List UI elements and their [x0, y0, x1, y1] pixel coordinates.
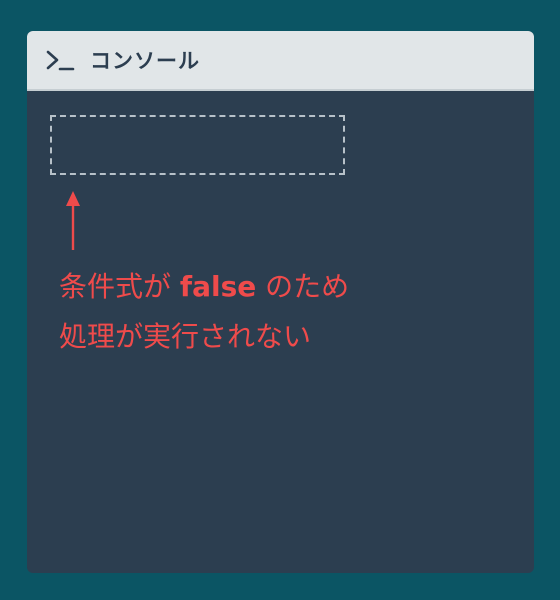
console-output-area [50, 115, 345, 175]
arrow-up-icon [66, 191, 80, 250]
annotation-line-1-before: 条件式が [59, 270, 180, 303]
annotation-line-1: 条件式が false のため [59, 262, 499, 312]
console-window: コンソール 条件式が false のため 処理が実行されない [27, 31, 534, 573]
annotation-text: 条件式が false のため 処理が実行されない [59, 262, 499, 362]
console-header: コンソール [27, 31, 534, 91]
annotation-line-1-after: のため [256, 270, 350, 303]
annotation-line-2: 処理が実行されない [59, 320, 312, 353]
console-title: コンソール [90, 49, 200, 73]
annotation-keyword: false [179, 270, 257, 303]
terminal-icon [46, 50, 75, 71]
